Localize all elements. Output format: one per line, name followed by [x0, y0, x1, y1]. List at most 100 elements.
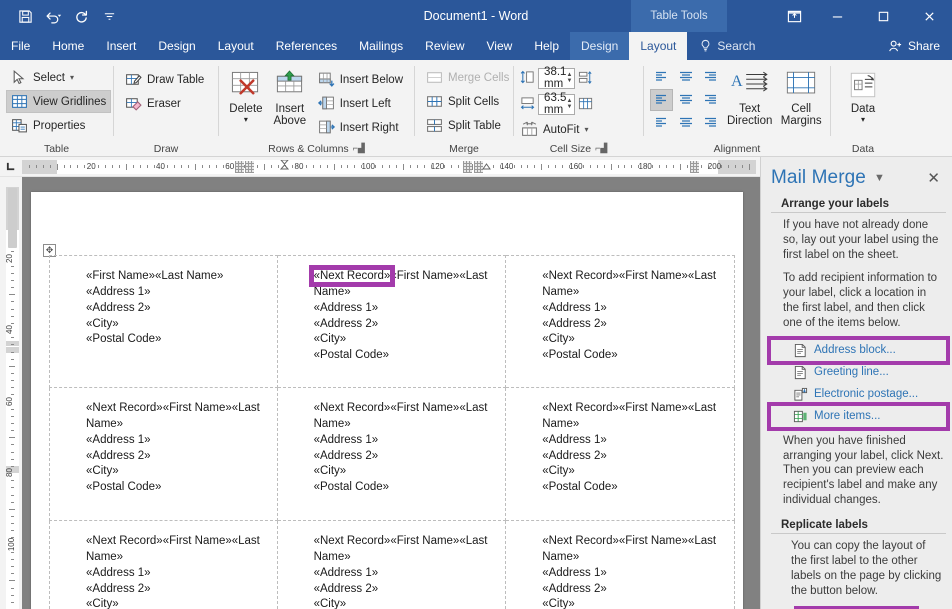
pane-header: Mail Merge ▼ ✕ — [761, 157, 952, 195]
tab-table-layout[interactable]: Layout — [629, 32, 688, 60]
draw-table-button[interactable]: Draw Table — [120, 68, 209, 91]
vertical-ruler-track[interactable]: 20 40 60 80 100 — [5, 187, 19, 609]
next-record-field[interactable]: «Next Record» — [308, 265, 396, 287]
insert-below-button[interactable]: Insert Below — [313, 68, 408, 91]
indent-marker[interactable] — [279, 159, 290, 173]
align-top-center-button[interactable] — [674, 66, 697, 88]
more-items-link[interactable]: More items... — [767, 401, 950, 431]
label-cell[interactable]: «Next Record»«First Name»«Last Name» «Add… — [506, 521, 735, 609]
tab-insert[interactable]: Insert — [95, 32, 147, 60]
close-icon[interactable] — [906, 0, 952, 32]
column-marker[interactable] — [245, 160, 255, 173]
tab-file[interactable]: File — [0, 32, 41, 60]
ruler-tick — [444, 164, 446, 168]
autofit-button[interactable]: AutoFit ▾ — [520, 118, 593, 141]
tab-home[interactable]: Home — [41, 32, 95, 60]
next-record-field[interactable]: «Next Record» — [542, 402, 619, 414]
align-top-left-button[interactable] — [650, 66, 673, 88]
tab-help[interactable]: Help — [523, 32, 570, 60]
ruler-tick — [11, 308, 14, 310]
align-bottom-left-button[interactable] — [650, 112, 673, 134]
cell-margins-button[interactable]: Cell Margins — [778, 66, 824, 127]
customize-quick-access-icon[interactable] — [96, 4, 122, 28]
ruler-tick — [11, 372, 14, 374]
next-record-field[interactable]: «Next Record» — [542, 535, 619, 547]
tab-stop-selector[interactable] — [0, 157, 22, 177]
spinner-arrows-icon[interactable]: ▲ ▼ — [566, 98, 572, 110]
ruler-tick — [11, 487, 14, 489]
next-record-field[interactable]: «Next Record» — [542, 270, 619, 282]
tab-design[interactable]: Design — [147, 32, 206, 60]
column-marker[interactable] — [234, 160, 244, 173]
row-height-input[interactable]: 38.1 mm ▲ ▼ — [538, 66, 576, 90]
document-canvas[interactable]: ✥ «First Name»«Last Name» «Address 1» «Add… — [22, 177, 760, 609]
search-box[interactable]: Search — [687, 32, 767, 60]
label-cell[interactable]: «Next Record»«First Name»«Last Name» «Add… — [277, 388, 507, 521]
tab-table-design[interactable]: Design — [570, 32, 630, 60]
align-bottom-right-button[interactable] — [698, 112, 721, 134]
ruler-tick — [582, 164, 584, 168]
tab-mailings[interactable]: Mailings — [348, 32, 414, 60]
maximize-icon[interactable] — [860, 0, 906, 32]
split-table-button[interactable]: Split Table — [421, 114, 514, 137]
electronic-postage-link[interactable]: Electronic postage... — [771, 384, 946, 405]
label-cell[interactable]: «Next Record»«First Name»«Last Name» «Add… — [278, 521, 507, 609]
labels-table[interactable]: «First Name»«Last Name» «Address 1» «Addre… — [49, 255, 735, 609]
ruler-tick — [11, 408, 14, 410]
label-cell[interactable]: «Next Record»«First Name»«Last Name» «Add… — [49, 521, 278, 609]
align-top-right-button[interactable] — [698, 66, 721, 88]
indent-marker[interactable] — [482, 160, 492, 173]
insert-above-button[interactable]: Insert Above — [269, 66, 311, 127]
label-cell[interactable]: «First Name»«Last Name» «Address 1» «Addre… — [49, 255, 278, 388]
merge-cells-button[interactable]: Merge Cells — [421, 66, 514, 89]
tab-review[interactable]: Review — [414, 32, 475, 60]
next-record-field[interactable]: «Next Record» — [86, 402, 163, 414]
dialog-launcher-icon[interactable]: ⌐▟ — [353, 144, 365, 153]
insert-left-button[interactable]: Insert Left — [313, 92, 408, 115]
next-record-field[interactable]: «Next Record» — [314, 535, 391, 547]
tab-references[interactable]: References — [265, 32, 348, 60]
align-bottom-center-button[interactable] — [674, 112, 697, 134]
spinner-arrows-icon[interactable]: ▲ ▼ — [566, 72, 572, 84]
properties-button[interactable]: Properties — [6, 114, 111, 137]
tab-view[interactable]: View — [476, 32, 524, 60]
insert-right-button[interactable]: Insert Right — [313, 116, 408, 139]
column-marker[interactable] — [473, 160, 483, 173]
chevron-down-icon[interactable]: ▼ — [874, 172, 885, 184]
align-center-button[interactable] — [674, 89, 697, 111]
dialog-launcher-icon[interactable]: ⌐▟ — [595, 144, 607, 153]
select-button[interactable]: Select ▾ — [6, 66, 111, 89]
column-marker[interactable] — [690, 160, 700, 173]
next-record-field[interactable]: «Next Record» — [314, 402, 391, 414]
split-cells-button[interactable]: Split Cells — [421, 90, 514, 113]
label-cell[interactable]: «Next Record»«First Name»«Last Name» «Add… — [506, 255, 735, 388]
vertical-scrollbar-thumb[interactable] — [8, 188, 17, 248]
ruler-track[interactable]: 20 40 60 80 100 120 140 160 180 200 — [22, 159, 756, 174]
data-button[interactable]: Data ▾ — [837, 66, 889, 124]
label-cell[interactable]: «Next Record»«First Name»«Last Name» «Add… — [277, 255, 507, 388]
text-direction-button[interactable]: A Text Direction — [727, 66, 772, 127]
view-gridlines-button[interactable]: View Gridlines — [6, 90, 112, 113]
close-icon[interactable]: ✕ — [927, 171, 944, 186]
document-page[interactable]: ✥ «First Name»«Last Name» «Address 1» «Add… — [31, 192, 743, 609]
align-center-right-button[interactable] — [698, 89, 721, 111]
label-cell[interactable]: «Next Record»«First Name»«Last Name» «Add… — [506, 388, 735, 521]
tab-layout[interactable]: Layout — [207, 32, 265, 60]
undo-icon[interactable] — [40, 4, 66, 28]
save-icon[interactable] — [12, 4, 38, 28]
delete-button[interactable]: Delete ▾ — [225, 66, 267, 124]
minimize-icon[interactable] — [814, 0, 860, 32]
ruler-tick — [42, 164, 44, 168]
share-button[interactable]: Share — [876, 32, 952, 60]
eraser-button[interactable]: Eraser — [120, 92, 209, 115]
column-marker[interactable] — [463, 160, 473, 173]
label-cell[interactable]: «Next Record»«First Name»«Last Name» «Add… — [49, 388, 278, 521]
ribbon-display-options-icon[interactable] — [774, 0, 814, 32]
next-record-field[interactable]: «Next Record» — [86, 535, 163, 547]
greeting-line-link[interactable]: Greeting line... — [771, 362, 946, 383]
label-line: «City» — [313, 598, 347, 609]
redo-icon[interactable] — [68, 4, 94, 28]
column-width-input[interactable]: 63.5 mm ▲ ▼ — [538, 92, 576, 116]
align-center-left-button[interactable] — [650, 89, 673, 111]
address-block-link[interactable]: Address block... — [767, 335, 950, 365]
